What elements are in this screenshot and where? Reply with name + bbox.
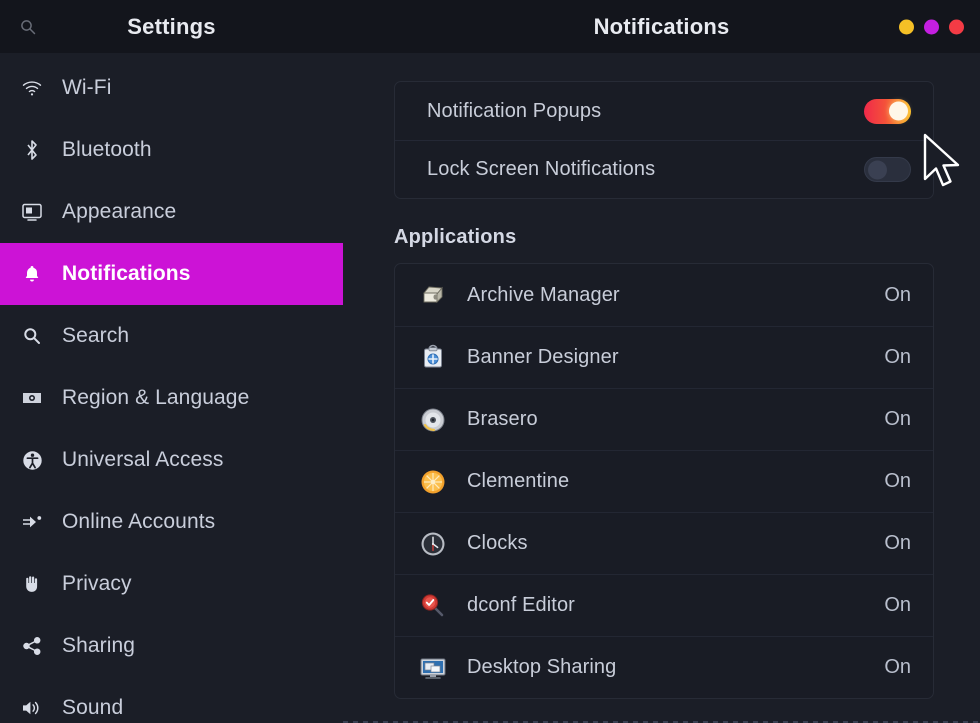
content-header: Notifications (343, 0, 980, 53)
archive-manager-icon (417, 279, 449, 311)
lock-screen-notifications-label: Lock Screen Notifications (427, 158, 864, 181)
application-name: Clocks (467, 532, 866, 555)
magnifier-icon (20, 326, 44, 346)
bluetooth-icon (20, 139, 44, 161)
monitor-icon (20, 202, 44, 222)
sidebar-item-search[interactable]: Search (0, 305, 343, 367)
wifi-icon (20, 79, 44, 97)
plug-icon (20, 512, 44, 532)
desktop-sharing-icon (417, 652, 449, 684)
applications-section-title: Applications (394, 226, 934, 249)
sidebar-item-bluetooth[interactable]: Bluetooth (0, 119, 343, 181)
sidebar-item-label: Bluetooth (62, 138, 152, 162)
application-state: On (884, 594, 911, 617)
clementine-orange-icon (417, 466, 449, 498)
sidebar-header: Settings (0, 0, 343, 53)
toggle-knob (889, 102, 908, 121)
sidebar-item-label: Sound (62, 696, 123, 720)
brasero-disc-icon (417, 404, 449, 436)
lock-screen-notifications-toggle[interactable] (864, 157, 911, 182)
global-settings-card: Notification Popups Lock Screen Notifica… (394, 81, 934, 199)
applications-card: Archive Manager On Banner Designer (394, 263, 934, 699)
application-name: Brasero (467, 408, 866, 431)
sidebar-nav: Wi-Fi Bluetooth Appear (0, 53, 343, 723)
list-item[interactable]: Desktop Sharing On (395, 636, 933, 698)
banner-designer-icon (417, 342, 449, 374)
sidebar-item-notifications[interactable]: Notifications (0, 243, 343, 305)
sidebar-item-appearance[interactable]: Appearance (0, 181, 343, 243)
window-body: Wi-Fi Bluetooth Appear (0, 53, 980, 723)
sidebar-item-online-accounts[interactable]: Online Accounts (0, 491, 343, 553)
sidebar-item-label: Universal Access (62, 448, 224, 472)
minimize-button[interactable] (899, 19, 914, 34)
application-state: On (884, 284, 911, 307)
sidebar-item-label: Wi-Fi (62, 76, 111, 100)
bell-icon (20, 264, 44, 284)
application-state: On (884, 408, 911, 431)
sidebar-item-label: Online Accounts (62, 510, 215, 534)
list-item[interactable]: Brasero On (395, 388, 933, 450)
share-icon (20, 636, 44, 656)
list-item[interactable]: Clocks On (395, 512, 933, 574)
application-name: Archive Manager (467, 284, 866, 307)
speaker-icon (20, 699, 44, 717)
dconf-editor-icon (417, 590, 449, 622)
close-button[interactable] (949, 19, 964, 34)
settings-window: Settings Notifications Wi-Fi (0, 0, 980, 723)
application-state: On (884, 470, 911, 493)
toggle-knob (868, 160, 887, 179)
title-bar: Settings Notifications (0, 0, 980, 53)
sidebar-item-sound[interactable]: Sound (0, 677, 343, 723)
sidebar-item-label: Notifications (62, 262, 190, 286)
maximize-button[interactable] (924, 19, 939, 34)
flag-icon (20, 389, 44, 407)
list-item[interactable]: Banner Designer On (395, 326, 933, 388)
list-item[interactable]: Clementine On (395, 450, 933, 512)
application-name: dconf Editor (467, 594, 866, 617)
hand-icon (20, 574, 44, 594)
application-state: On (884, 656, 911, 679)
application-state: On (884, 346, 911, 369)
notification-popups-row[interactable]: Notification Popups (395, 82, 933, 140)
search-icon[interactable] (19, 18, 37, 36)
sidebar-item-label: Appearance (62, 200, 176, 224)
application-name: Desktop Sharing (467, 656, 866, 679)
application-name: Banner Designer (467, 346, 866, 369)
window-controls (899, 19, 964, 34)
clocks-icon (417, 528, 449, 560)
application-name: Clementine (467, 470, 866, 493)
sidebar-item-region-language[interactable]: Region & Language (0, 367, 343, 429)
notification-popups-label: Notification Popups (427, 100, 864, 123)
application-state: On (884, 532, 911, 555)
sidebar-item-privacy[interactable]: Privacy (0, 553, 343, 615)
sidebar-item-sharing[interactable]: Sharing (0, 615, 343, 677)
sidebar-item-wi-fi[interactable]: Wi-Fi (0, 57, 343, 119)
notification-popups-toggle[interactable] (864, 99, 911, 124)
page-title: Notifications (343, 14, 980, 40)
sidebar-item-label: Search (62, 324, 129, 348)
sidebar-title: Settings (0, 14, 343, 40)
sidebar-item-universal-access[interactable]: Universal Access (0, 429, 343, 491)
lock-screen-notifications-row[interactable]: Lock Screen Notifications (395, 140, 933, 198)
sidebar-item-label: Sharing (62, 634, 135, 658)
accessibility-icon (20, 450, 44, 471)
sidebar-item-label: Region & Language (62, 386, 249, 410)
list-item[interactable]: Archive Manager On (395, 264, 933, 326)
notifications-panel: Notification Popups Lock Screen Notifica… (343, 53, 980, 723)
list-item[interactable]: dconf Editor On (395, 574, 933, 636)
sidebar-item-label: Privacy (62, 572, 132, 596)
